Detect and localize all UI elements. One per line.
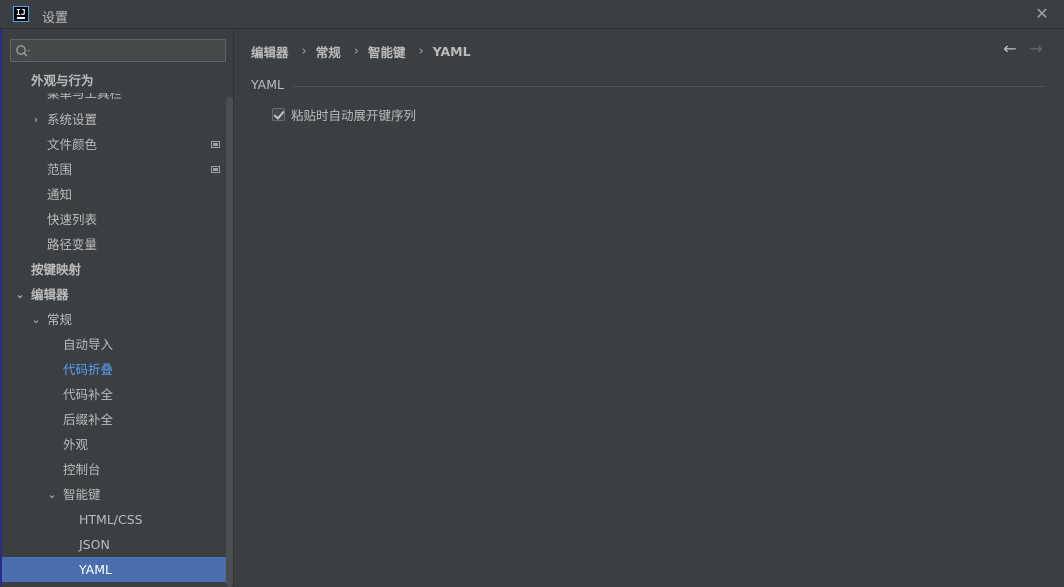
- chevron-down-icon[interactable]: ⌄: [15, 282, 25, 307]
- chevron-right-icon[interactable]: ›: [31, 107, 41, 132]
- sidebar-item[interactable]: 外观与行为: [2, 68, 226, 93]
- settings-window: IJ 设置 ✕ 外观与行为菜单与工具栏 › 系统设置文件颜色范围通知快速列表路径变量…: [0, 0, 1064, 587]
- sidebar-item[interactable]: 文件颜色: [2, 132, 226, 157]
- sidebar-item-label: JSON: [79, 537, 110, 552]
- breadcrumb: 编辑器 › 常规 › 智能键 › YAML: [251, 42, 471, 60]
- sidebar-item[interactable]: 路径变量: [2, 232, 226, 257]
- breadcrumb-item[interactable]: 编辑器: [251, 42, 289, 61]
- group-divider: [293, 86, 1046, 87]
- checkbox-label: 粘贴时自动展开键序列: [291, 107, 417, 123]
- sidebar-item-label: 常规: [47, 312, 73, 327]
- sidebar-item[interactable]: YAML: [2, 557, 233, 582]
- breadcrumb-item[interactable]: 智能键: [368, 42, 406, 61]
- breadcrumb-separator: ›: [353, 43, 359, 59]
- sidebar-item[interactable]: HTML/CSS: [2, 507, 226, 532]
- sidebar-item[interactable]: 代码补全: [2, 382, 226, 407]
- sidebar-item[interactable]: 通知: [2, 182, 226, 207]
- search-input[interactable]: [10, 39, 226, 62]
- app-logo-icon: IJ: [13, 6, 29, 22]
- window-title: 设置: [42, 11, 69, 26]
- app-logo-text: IJ: [16, 8, 26, 17]
- arrow-left-icon[interactable]: ←: [1000, 39, 1020, 59]
- modified-scope-icon: [211, 166, 220, 173]
- sidebar-item[interactable]: ⌄ 常规: [2, 307, 226, 332]
- sidebar-item-label: 编辑器: [31, 287, 69, 302]
- sidebar-item[interactable]: 范围: [2, 157, 226, 182]
- sidebar-item-label: 菜单与工具栏: [47, 93, 123, 101]
- settings-tree: 外观与行为菜单与工具栏 › 系统设置文件颜色范围通知快速列表路径变量按键映射 ⌄ 编辑器…: [2, 68, 233, 582]
- breadcrumb-separator: ›: [418, 43, 424, 59]
- sidebar-item[interactable]: 后缀补全: [2, 407, 226, 432]
- chevron-down-icon[interactable]: ⌄: [47, 482, 57, 507]
- sidebar-item-label: 快速列表: [47, 212, 98, 227]
- sidebar-item[interactable]: › 系统设置: [2, 107, 226, 132]
- sidebar-item[interactable]: JSON: [2, 532, 226, 557]
- auto-expand-keys-checkbox[interactable]: [272, 107, 285, 121]
- sidebar-item-label: 代码折叠: [63, 362, 114, 377]
- sidebar-item-label: 代码补全: [63, 387, 114, 402]
- sidebar-item-label: 范围: [47, 162, 73, 177]
- chevron-down-icon[interactable]: ⌄: [31, 307, 41, 332]
- sidebar-item[interactable]: 菜单与工具栏: [2, 93, 226, 107]
- sidebar-item[interactable]: ⌄ 智能键: [2, 482, 226, 507]
- sidebar-item-label: 外观: [63, 437, 89, 452]
- sidebar-item-label: YAML: [79, 562, 112, 577]
- breadcrumb-item[interactable]: 常规: [316, 42, 341, 61]
- sidebar-item-label: 控制台: [63, 462, 101, 477]
- sidebar-item[interactable]: 快速列表: [2, 207, 226, 232]
- breadcrumb-item[interactable]: YAML: [433, 44, 471, 59]
- close-icon[interactable]: ✕: [1034, 6, 1050, 22]
- sidebar-item-label: 系统设置: [47, 112, 98, 127]
- arrow-right-icon[interactable]: →: [1026, 39, 1046, 59]
- sidebar-item[interactable]: 控制台: [2, 457, 226, 482]
- sidebar-item[interactable]: 代码折叠: [2, 357, 226, 382]
- search-icon: [16, 45, 30, 57]
- sidebar-item[interactable]: 自动导入: [2, 332, 226, 357]
- sidebar-item[interactable]: ⌄ 编辑器: [2, 282, 226, 307]
- breadcrumb-separator: ›: [301, 43, 307, 59]
- sidebar-item-label: HTML/CSS: [79, 512, 143, 527]
- auto-expand-keys-option[interactable]: 粘贴时自动展开键序列: [272, 106, 417, 123]
- sidebar-item-label: 路径变量: [47, 237, 98, 252]
- sidebar-scrollbar[interactable]: [226, 97, 233, 587]
- sidebar-item-label: 后缀补全: [63, 412, 114, 427]
- sidebar-item-label: 通知: [47, 187, 73, 202]
- sidebar-item-label: 外观与行为: [31, 73, 94, 88]
- sidebar-item[interactable]: 按键映射: [2, 257, 226, 282]
- sidebar-item-label: 按键映射: [31, 262, 82, 277]
- sidebar-item-label: 智能键: [63, 487, 101, 502]
- sidebar-item-label: 自动导入: [63, 337, 114, 352]
- modified-scope-icon: [211, 141, 220, 148]
- settings-sidebar: 外观与行为菜单与工具栏 › 系统设置文件颜色范围通知快速列表路径变量按键映射 ⌄ 编辑器…: [2, 29, 234, 587]
- group-title: YAML: [251, 77, 284, 92]
- sidebar-item-label: 文件颜色: [47, 137, 98, 152]
- settings-content: 编辑器 › 常规 › 智能键 › YAML ← → YAML 粘贴时自动展开键序列: [235, 29, 1064, 587]
- sidebar-item[interactable]: 外观: [2, 432, 226, 457]
- title-bar: IJ 设置 ✕: [0, 0, 1064, 29]
